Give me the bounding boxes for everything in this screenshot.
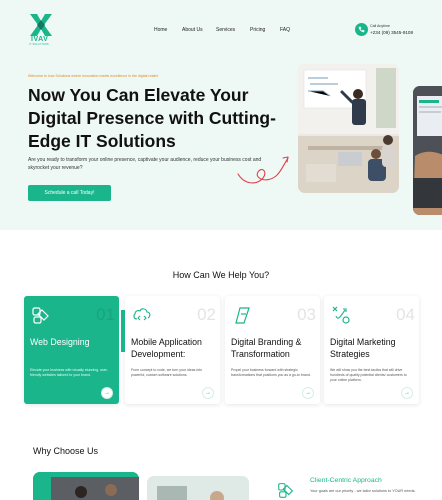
feature-title: Client-Centric Approach (310, 477, 382, 484)
why-choose-us-title: Why Choose Us (33, 446, 99, 456)
call-phone-number[interactable]: +234 (09) 3545-9108 (370, 30, 413, 35)
card-number: 01 (96, 305, 115, 324)
nav-home[interactable]: Home (154, 27, 167, 33)
nav-faq[interactable]: FAQ (280, 27, 290, 33)
service-card-mobile-app[interactable]: 02 Mobile Application Development: From … (121, 296, 220, 404)
brand-name: IVAV (31, 36, 49, 43)
brand-pen-icon (235, 307, 250, 324)
card-arrow-button[interactable]: → (202, 387, 214, 399)
card-description: Elevate your business with visually stun… (30, 368, 109, 377)
nav-services[interactable]: Services (216, 27, 235, 33)
why-office-photo (147, 476, 249, 500)
service-card-digital-branding[interactable]: 03 Digital Branding & Transformation Pro… (225, 296, 320, 404)
hero-laptop-photo (413, 86, 442, 215)
hero-description: Are you ready to transform your online p… (28, 157, 262, 171)
card-number: 02 (197, 305, 216, 324)
card-description: We will show you the best tactics that w… (330, 368, 407, 382)
card-number: 04 (396, 305, 415, 324)
nav-about-us[interactable]: About Us (182, 27, 203, 33)
services-section-title: How Can We Help You? (172, 270, 270, 280)
call-label: Call Anytime (370, 24, 390, 28)
card-accent-bar (121, 310, 125, 352)
nav-pricing[interactable]: Pricing (250, 27, 265, 33)
card-title: Web Designing (30, 337, 90, 347)
phone-icon[interactable] (355, 23, 368, 36)
welcome-text: Welcome to Ivav Solutions where innovati… (28, 74, 159, 78)
service-card-digital-marketing[interactable]: 04 Digital Marketing Strategies We will … (324, 296, 419, 404)
brand-tagline: IT SOLUTIONS (29, 43, 49, 46)
client-centric-icon (278, 483, 294, 498)
why-team-photo (33, 472, 139, 500)
cloud-code-icon (133, 308, 151, 321)
card-arrow-button[interactable]: → (101, 387, 113, 399)
card-arrow-button[interactable]: → (302, 387, 314, 399)
service-card-web-designing[interactable]: 01 Web Designing Elevate your business w… (24, 296, 119, 404)
card-title: Digital Marketing Strategies (330, 337, 396, 359)
card-title: Mobile Application Development: (131, 337, 202, 359)
card-arrow-button[interactable]: → (401, 387, 413, 399)
card-description: Propel your business forward with strate… (231, 368, 311, 377)
hero-meeting-photo (298, 64, 399, 193)
decorative-arrow-icon (237, 156, 289, 184)
schedule-call-button[interactable]: Schedule a call Today! (28, 185, 111, 201)
hero-title: Now You Can Elevate Your Digital Presenc… (28, 85, 276, 151)
card-number: 03 (297, 305, 316, 324)
card-title: Digital Branding & Transformation (231, 337, 302, 359)
feature-text: Your goals are our priority - we tailor … (310, 489, 416, 493)
strategy-icon (332, 306, 350, 324)
design-tools-icon (32, 307, 49, 324)
card-description: From concept to code, we turn your ideas… (131, 368, 203, 377)
